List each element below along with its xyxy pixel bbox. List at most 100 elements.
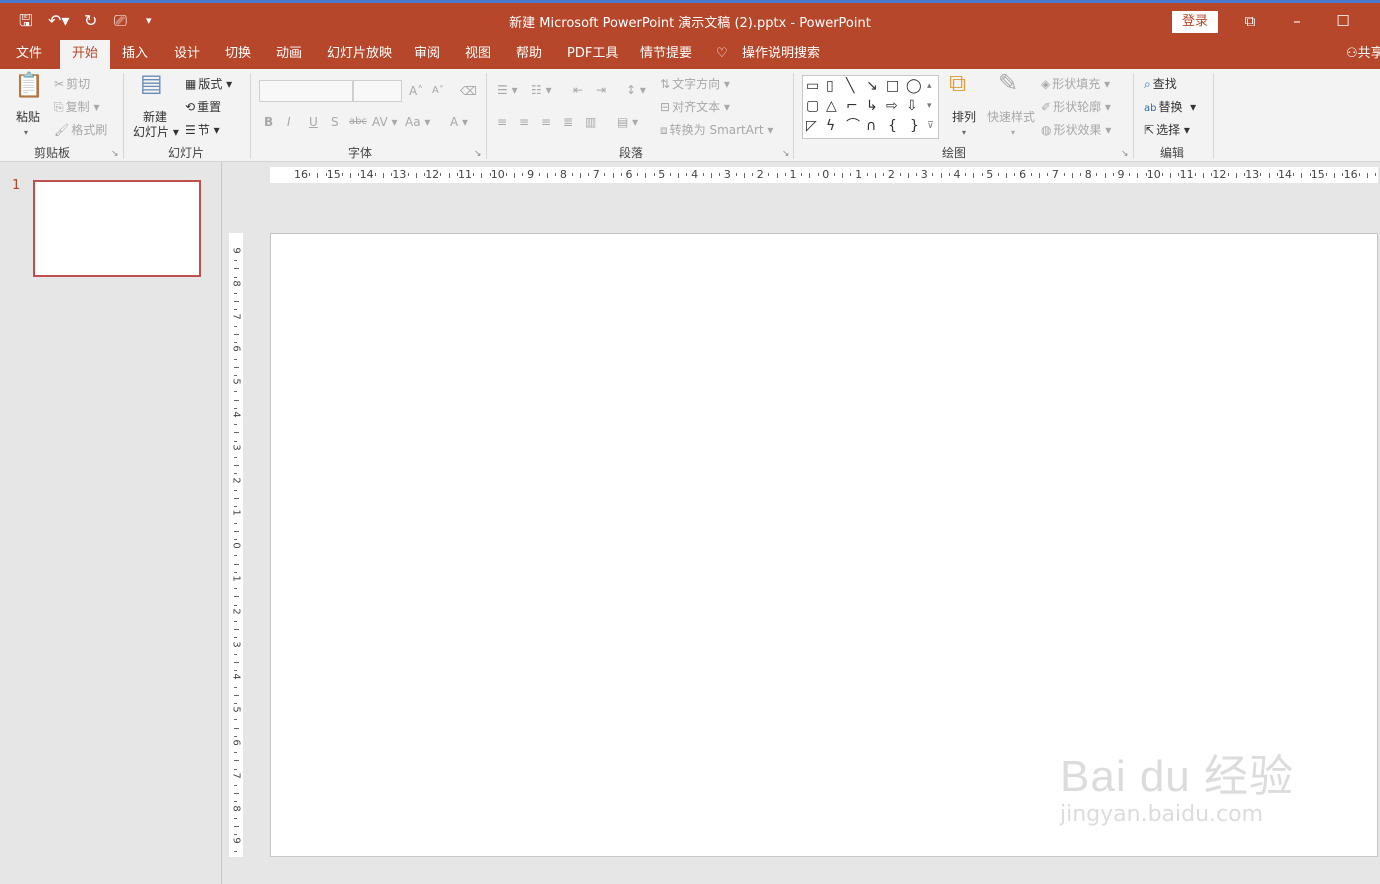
new-slide-dropdown[interactable]: 幻灯片 ▾: [133, 124, 179, 140]
minimize-icon[interactable]: –: [1287, 11, 1307, 31]
slide-thumbnail[interactable]: [33, 180, 201, 277]
strikethrough-button[interactable]: abc: [349, 114, 367, 130]
textbox-shape-icon[interactable]: ▭: [806, 78, 819, 94]
new-slide-button[interactable]: 新建: [143, 109, 167, 125]
tab-file[interactable]: 文件: [16, 45, 42, 63]
vertical-textbox-shape-icon[interactable]: ▯: [826, 78, 834, 94]
ruler-tick: [234, 817, 237, 819]
shape-effects-label: 形状效果: [1053, 123, 1102, 137]
down-arrow-shape-icon[interactable]: ⇩: [906, 98, 918, 114]
tell-me-search[interactable]: 操作说明搜索: [742, 45, 820, 63]
tab-pdf-tools[interactable]: PDF工具: [567, 45, 618, 63]
gallery-down-icon[interactable]: ▾: [927, 98, 932, 114]
ruler-tick: [1367, 173, 1368, 178]
bold-button[interactable]: B: [264, 114, 273, 130]
right-brace-shape-icon[interactable]: }: [910, 118, 919, 134]
underline-button[interactable]: U: [309, 114, 318, 130]
quick-styles-button[interactable]: 快速样式: [987, 109, 1035, 125]
tab-home[interactable]: 开始: [60, 40, 110, 69]
clear-format-icon[interactable]: ⌫: [460, 83, 477, 99]
drawing-launcher-icon[interactable]: ↘: [1121, 149, 1129, 159]
section-button[interactable]: ☰ 节 ▾: [185, 122, 220, 138]
tab-insert[interactable]: 插入: [122, 45, 148, 63]
shape-outline-button[interactable]: ✐ 形状轮廓 ▾: [1041, 99, 1111, 115]
scribble-shape-icon[interactable]: ϟ: [826, 118, 835, 134]
line-spacing-button[interactable]: ↕ ▾: [626, 82, 646, 98]
font-launcher-icon[interactable]: ↘: [474, 149, 482, 159]
group-separator: [250, 73, 251, 159]
arrange-button[interactable]: 排列: [952, 109, 976, 125]
font-name-select[interactable]: [259, 80, 353, 102]
justify-icon[interactable]: ≣: [563, 114, 573, 130]
triangle-shape-icon[interactable]: △: [826, 98, 837, 114]
tab-slideshow[interactable]: 幻灯片放映: [327, 45, 392, 63]
rectangle-shape-icon[interactable]: □: [886, 78, 899, 94]
decrease-indent-icon[interactable]: ⇤: [573, 82, 583, 98]
grow-font-button[interactable]: A˄: [409, 83, 423, 99]
maximize-icon[interactable]: ☐: [1333, 11, 1353, 31]
bullets-button[interactable]: ☰ ▾: [497, 82, 518, 98]
tab-transitions[interactable]: 切换: [225, 45, 251, 63]
rounded-rect-shape-icon[interactable]: ▢: [806, 98, 819, 114]
tab-storyboard[interactable]: 情节提要: [640, 45, 692, 63]
align-right-icon[interactable]: ≡: [541, 114, 551, 130]
tab-design[interactable]: 设计: [174, 45, 200, 63]
arrow-line-shape-icon[interactable]: ↘: [866, 78, 878, 94]
shrink-font-button[interactable]: A˅: [432, 83, 444, 99]
shapes-gallery[interactable]: ▭ ▯ ╲ ↘ □ ◯ ▢ △ ⌐ ↳ ⇨ ⇩ ◸ ϟ ⌒ ∩ { } ▴ ▾ …: [802, 75, 939, 139]
numbering-button[interactable]: ☷ ▾: [531, 82, 552, 98]
paste-dropdown-icon[interactable]: ▾: [24, 125, 28, 141]
select-button[interactable]: ⇱ 选择 ▾: [1144, 122, 1190, 138]
tab-animations[interactable]: 动画: [276, 45, 302, 63]
reset-button[interactable]: ⟲ 重置: [185, 99, 221, 115]
tab-help[interactable]: 帮助: [516, 45, 542, 63]
font-size-select[interactable]: [353, 80, 402, 102]
distribute-icon[interactable]: ▥: [585, 114, 596, 130]
change-case-button[interactable]: Aa ▾: [405, 114, 430, 130]
paste-button[interactable]: 粘贴: [16, 109, 40, 125]
gallery-more-icon[interactable]: ⊽: [927, 118, 934, 134]
ruler-tick: [415, 173, 417, 178]
shape-fill-button[interactable]: ◈ 形状填充 ▾: [1041, 76, 1110, 92]
login-button[interactable]: 登录: [1172, 11, 1218, 33]
char-spacing-button[interactable]: AV ▾: [372, 114, 398, 130]
align-text-button[interactable]: ⊟ 对齐文本 ▾: [660, 99, 730, 115]
increase-indent-icon[interactable]: ⇥: [596, 82, 606, 98]
ruler-label: 3: [920, 168, 928, 181]
tab-view[interactable]: 视图: [465, 45, 491, 63]
replace-button[interactable]: ab 替换 ▾: [1144, 99, 1196, 117]
columns-button[interactable]: ▤ ▾: [617, 114, 638, 130]
quick-styles-dropdown-icon[interactable]: ▾: [1011, 125, 1015, 141]
copy-button[interactable]: ⎘ 复制 ▾: [54, 99, 99, 115]
right-arrow-shape-icon[interactable]: ⇨: [886, 98, 898, 114]
smartart-button[interactable]: ⧈ 转换为 SmartArt ▾: [660, 122, 773, 138]
elbow-connector-icon[interactable]: ⌐: [846, 98, 858, 114]
font-color-button[interactable]: A ▾: [450, 114, 468, 130]
freeform-shape-icon[interactable]: ◸: [806, 118, 817, 134]
ribbon-display-options-icon[interactable]: ⧉: [1240, 11, 1260, 31]
align-center-icon[interactable]: ≡: [519, 114, 529, 130]
curve-shape-icon[interactable]: ∩: [866, 118, 876, 134]
arc-shape-icon[interactable]: ⌒: [846, 118, 860, 134]
shadow-button[interactable]: S: [331, 114, 339, 130]
italic-button[interactable]: I: [287, 114, 291, 130]
layout-button[interactable]: ▦ 版式 ▾: [185, 76, 232, 92]
find-button[interactable]: ⌕ 查找: [1144, 76, 1177, 92]
ruler-tick: [234, 760, 239, 762]
line-shape-icon[interactable]: ╲: [846, 78, 854, 94]
oval-shape-icon[interactable]: ◯: [906, 78, 922, 94]
section-icon: ☰: [185, 123, 196, 137]
shape-effects-button[interactable]: ◍ 形状效果 ▾: [1041, 122, 1111, 138]
format-painter-button[interactable]: 🖌 格式刷: [54, 122, 107, 138]
text-direction-button[interactable]: ⇅ 文字方向 ▾: [660, 76, 730, 92]
tab-review[interactable]: 审阅: [414, 45, 440, 63]
align-left-icon[interactable]: ≡: [497, 114, 507, 130]
left-brace-shape-icon[interactable]: {: [888, 118, 897, 134]
paragraph-launcher-icon[interactable]: ↘: [782, 149, 790, 159]
cut-button[interactable]: ✂ 剪切: [54, 76, 90, 92]
arrange-dropdown-icon[interactable]: ▾: [962, 125, 966, 141]
share-button[interactable]: ⚇共享: [1346, 45, 1380, 63]
gallery-up-icon[interactable]: ▴: [927, 78, 932, 94]
elbow-arrow-connector-icon[interactable]: ↳: [866, 98, 878, 114]
clipboard-launcher-icon[interactable]: ↘: [111, 149, 119, 159]
